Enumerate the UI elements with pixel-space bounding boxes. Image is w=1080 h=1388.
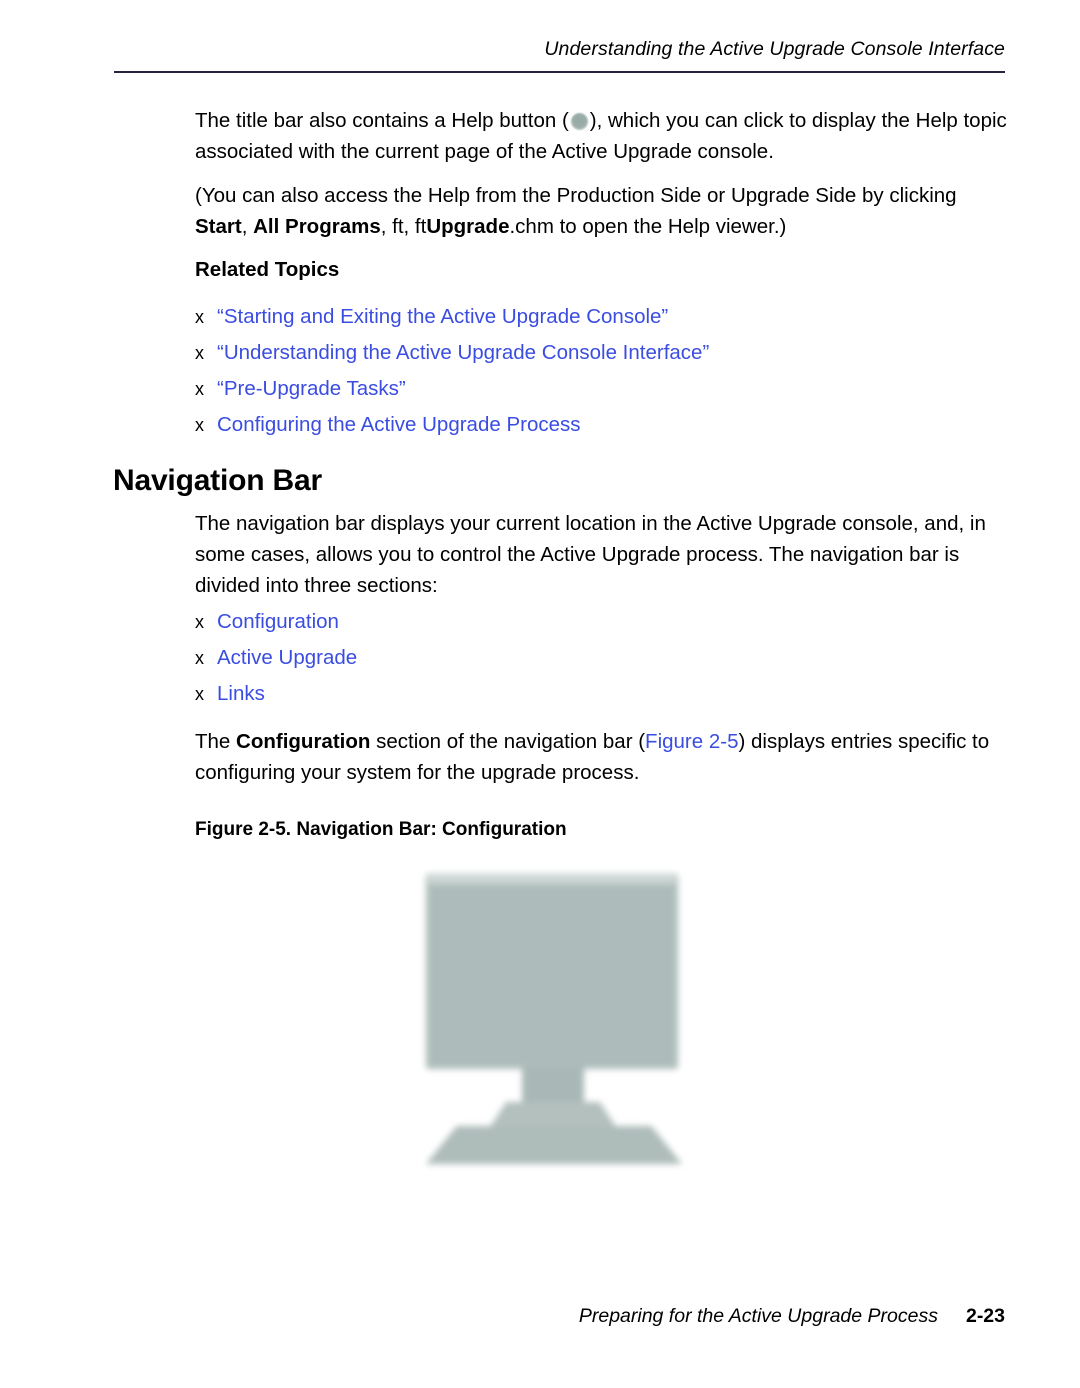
bullet-marker-icon: x <box>195 684 204 704</box>
all-programs-label: All Programs <box>253 215 381 238</box>
footer-title: Preparing for the Active Upgrade Process <box>578 1305 938 1327</box>
intro-paragraph-block: The title bar also contains a Help butto… <box>195 105 1007 167</box>
page-footer: Preparing for the Active Upgrade Process… <box>114 1305 1005 1328</box>
configuration-paragraph-block: The Configuration section of the navigat… <box>195 726 1007 788</box>
help-access-paragraph: (You can also access the Help from the P… <box>195 180 1007 242</box>
monitor-neck <box>522 1067 584 1107</box>
document-page: Understanding the Active Upgrade Console… <box>0 0 1080 1388</box>
config-text-1: The <box>195 730 237 753</box>
list-item[interactable]: x “Starting and Exiting the Active Upgrad… <box>195 299 1007 335</box>
header-rule <box>114 71 1005 73</box>
monitor-base <box>426 1126 682 1164</box>
nav-section-link-configuration[interactable]: Configuration <box>217 610 339 633</box>
computer-monitor-icon <box>404 862 704 1172</box>
monitor-stand <box>488 1102 618 1130</box>
page-title: Navigation Bar <box>113 464 322 497</box>
navigation-bar-sections-block: x Configuration x Active Upgrade x Links <box>195 604 1007 712</box>
related-topics-heading: Related Topics <box>195 258 340 281</box>
list-item[interactable]: x Active Upgrade <box>195 640 1007 676</box>
help-access-paragraph-block: (You can also access the Help from the P… <box>195 180 1007 242</box>
monitor-screen <box>434 886 670 1062</box>
help-access-sep-2: , ft, ft <box>380 215 427 238</box>
upgrade-chm-label: Upgrade <box>426 215 510 238</box>
figure-cross-reference-link[interactable]: Figure 2-5 <box>645 730 738 753</box>
start-menu-label: Start <box>195 215 242 238</box>
help-access-text-2: .chm to open the Help viewer.) <box>509 215 787 238</box>
nav-section-link-links[interactable]: Links <box>217 682 265 705</box>
help-access-text-1: (You can also access the Help from the P… <box>195 184 957 207</box>
help-button-icon <box>570 113 588 130</box>
running-header: Understanding the Active Upgrade Console… <box>544 38 1005 60</box>
list-item[interactable]: x “Pre-Upgrade Tasks” <box>195 371 1007 407</box>
navigation-bar-sections-list: x Configuration x Active Upgrade x Links <box>195 604 1007 712</box>
nav-section-link-active-upgrade[interactable]: Active Upgrade <box>217 646 357 669</box>
help-button-paragraph: The title bar also contains a Help butto… <box>195 105 1007 167</box>
related-topics-block: Related Topics x “Starting and Exiting th… <box>195 255 1007 443</box>
navigation-bar-configuration-screenshot <box>404 862 704 1172</box>
bullet-marker-icon: x <box>195 415 204 435</box>
related-topic-link-4[interactable]: Configuring the Active Upgrade Process <box>217 413 581 436</box>
page-number: 2-23 <box>965 1305 1005 1327</box>
related-topic-link-3[interactable]: “Pre-Upgrade Tasks” <box>217 377 406 400</box>
configuration-paragraph: The Configuration section of the navigat… <box>195 726 1007 788</box>
bullet-marker-icon: x <box>195 612 204 632</box>
navigation-bar-intro-paragraph: The navigation bar displays your current… <box>195 512 986 597</box>
list-item[interactable]: x “Understanding the Active Upgrade Conso… <box>195 335 1007 371</box>
list-item[interactable]: x Configuring the Active Upgrade Process <box>195 407 1007 443</box>
config-text-2: section of the navigation bar ( <box>370 730 646 753</box>
monitor-top-bezel <box>428 875 676 884</box>
related-topics-list: x “Starting and Exiting the Active Upgrad… <box>195 299 1007 443</box>
configuration-label: Configuration <box>236 730 371 753</box>
bullet-marker-icon: x <box>195 343 204 363</box>
related-topic-link-2[interactable]: “Understanding the Active Upgrade Consol… <box>217 341 709 364</box>
help-paragraph-text-before: The title bar also contains a Help butto… <box>195 109 569 132</box>
list-item[interactable]: x Links <box>195 676 1007 712</box>
help-access-sep-1: , <box>241 215 254 238</box>
list-item[interactable]: x Configuration <box>195 604 1007 640</box>
related-topic-link-1[interactable]: “Starting and Exiting the Active Upgrade… <box>217 305 668 328</box>
figure-caption: Figure 2-5. Navigation Bar: Configuratio… <box>195 819 567 840</box>
navigation-bar-intro-block: The navigation bar displays your current… <box>195 508 1007 601</box>
bullet-marker-icon: x <box>195 648 204 668</box>
bullet-marker-icon: x <box>195 307 204 327</box>
bullet-marker-icon: x <box>195 379 204 399</box>
